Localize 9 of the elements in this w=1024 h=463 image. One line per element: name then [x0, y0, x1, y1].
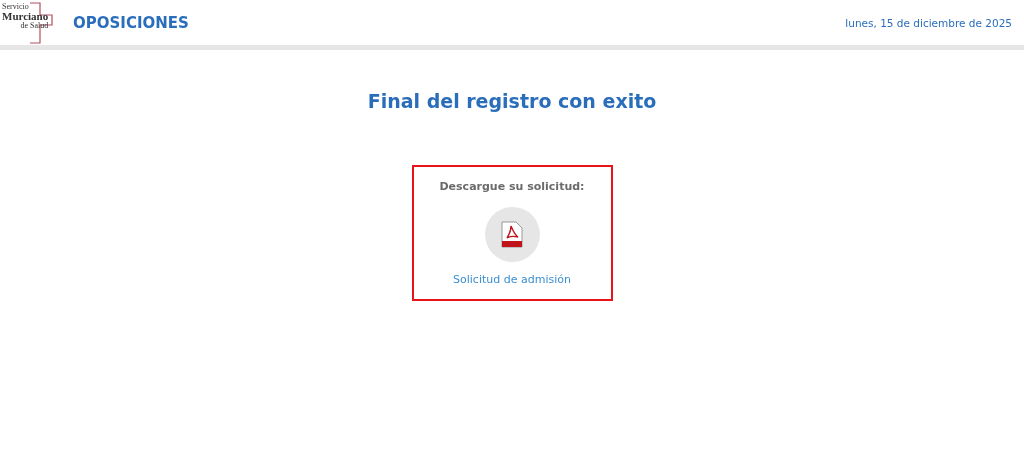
application-link[interactable]: Solicitud de admisión — [453, 273, 571, 286]
pdf-file-icon — [501, 221, 523, 248]
logo-text: Murciano — [2, 11, 49, 22]
page-title: Final del registro con exito — [367, 90, 657, 112]
app-title: OPOSICIONES — [73, 13, 189, 32]
date-text: lunes, 15 de diciembre de 2025 — [845, 16, 1012, 29]
download-heading: Descargue su solicitud: — [439, 180, 585, 193]
logo-text: Servicio — [2, 3, 29, 11]
logo-text: de Salud — [20, 22, 49, 30]
